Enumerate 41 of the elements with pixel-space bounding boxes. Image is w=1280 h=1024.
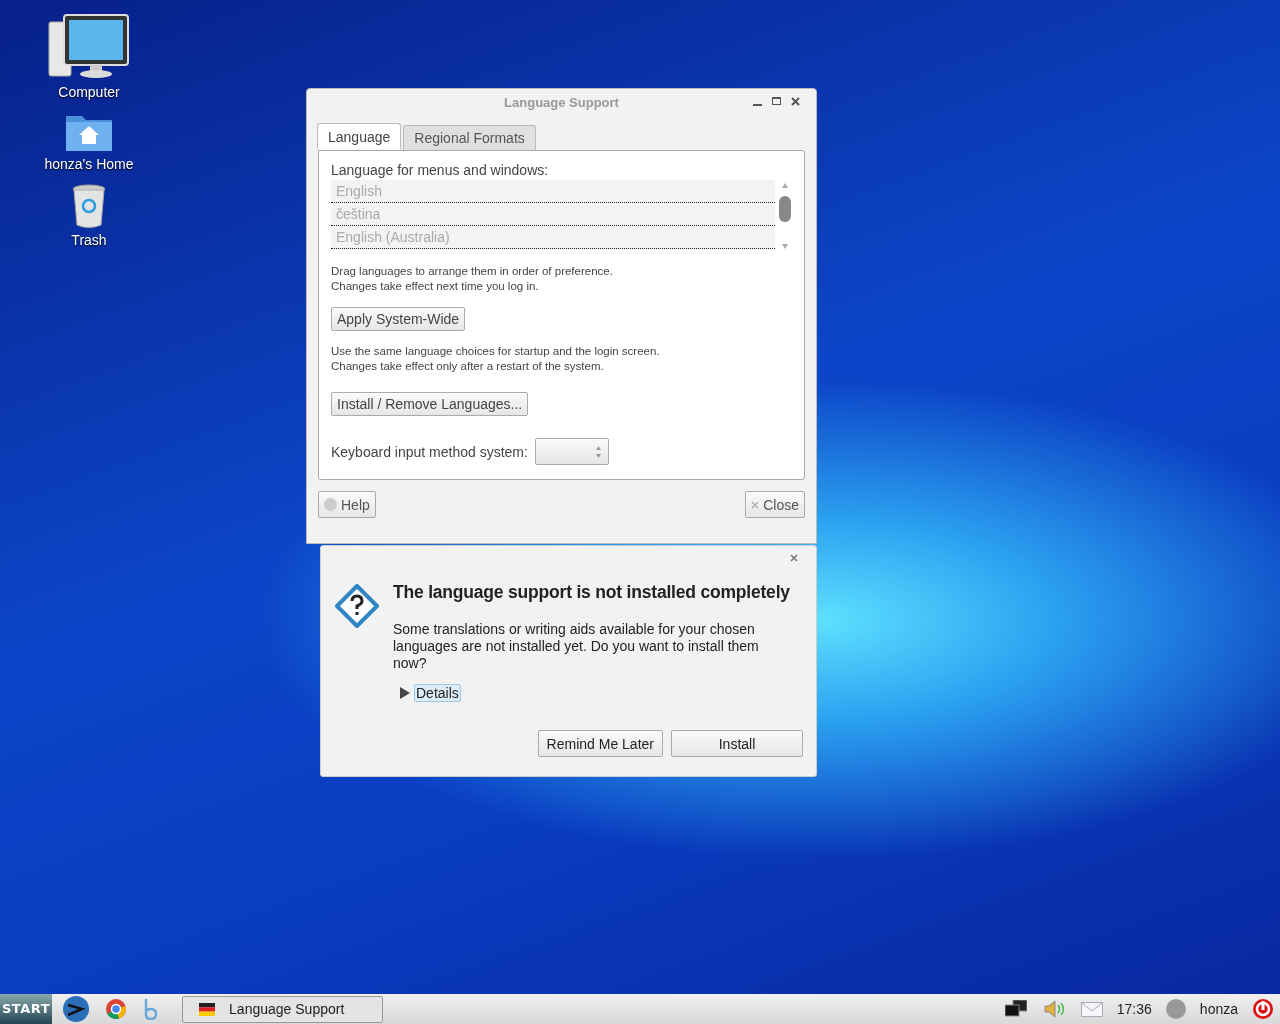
install-remove-languages-button[interactable]: Install / Remove Languages... bbox=[331, 392, 529, 416]
question-icon bbox=[335, 584, 379, 628]
list-label: Language for menus and windows: bbox=[331, 162, 549, 178]
maximize-icon[interactable] bbox=[772, 97, 781, 106]
browser-icon[interactable] bbox=[106, 999, 127, 1019]
hint-text: Drag languages to arrange them in order of preference. bbox=[331, 264, 613, 279]
input-method-dropdown[interactable] bbox=[534, 438, 609, 465]
hint-text: Use the same language choices for startup and the login screen. bbox=[331, 344, 660, 359]
computer-icon[interactable] bbox=[48, 14, 130, 80]
flag-icon bbox=[199, 1002, 216, 1016]
desktop-icon-label[interactable]: Computer bbox=[58, 84, 120, 100]
close-button[interactable]: Close bbox=[745, 491, 805, 518]
tab[interactable]: Language bbox=[317, 123, 402, 149]
hint-text: Changes take effect only after a restart of the system. bbox=[331, 359, 605, 374]
details-expander[interactable]: Details bbox=[414, 684, 461, 702]
dialog-message: Some translations or writing aids available for your chosen languages are not installed yet. Do you want to install them now? bbox=[393, 621, 760, 672]
apply-system-wide-button[interactable]: Apply System-Wide bbox=[331, 307, 466, 331]
hint-text: Changes take effect next time you log in. bbox=[331, 279, 540, 294]
dialog-title: The language support is not installed completely bbox=[393, 582, 790, 603]
close-icon[interactable] bbox=[790, 554, 798, 562]
start-button[interactable]: START bbox=[0, 994, 53, 1024]
taskbar-task[interactable]: Language Support bbox=[182, 995, 384, 1023]
swirl-logo-icon[interactable] bbox=[62, 995, 91, 1023]
desktop-icon-label[interactable]: honza's Home bbox=[44, 156, 134, 172]
trash-icon[interactable] bbox=[72, 184, 106, 228]
collapsed-arrow-icon[interactable] bbox=[399, 687, 411, 699]
dialog-button[interactable]: Install bbox=[671, 730, 803, 757]
power-icon[interactable] bbox=[1252, 998, 1274, 1020]
close-icon[interactable] bbox=[791, 97, 800, 106]
spin-arrows-icon bbox=[594, 445, 602, 458]
dialog-button[interactable]: Remind Me Later bbox=[537, 730, 663, 757]
keyboard-input-label: Keyboard input method system: bbox=[331, 443, 528, 460]
tab[interactable]: Regional Formats bbox=[403, 125, 536, 150]
help-icon bbox=[324, 498, 337, 511]
help-button[interactable]: Help bbox=[318, 491, 376, 518]
window-title: Language Support bbox=[504, 94, 619, 110]
close-icon bbox=[751, 500, 760, 509]
desktop-icon-label[interactable]: Trash bbox=[71, 232, 107, 248]
network-icon[interactable] bbox=[1004, 1000, 1027, 1018]
clock[interactable]: 17:36 bbox=[1116, 1001, 1152, 1017]
user-name[interactable]: honza bbox=[1199, 1001, 1238, 1017]
